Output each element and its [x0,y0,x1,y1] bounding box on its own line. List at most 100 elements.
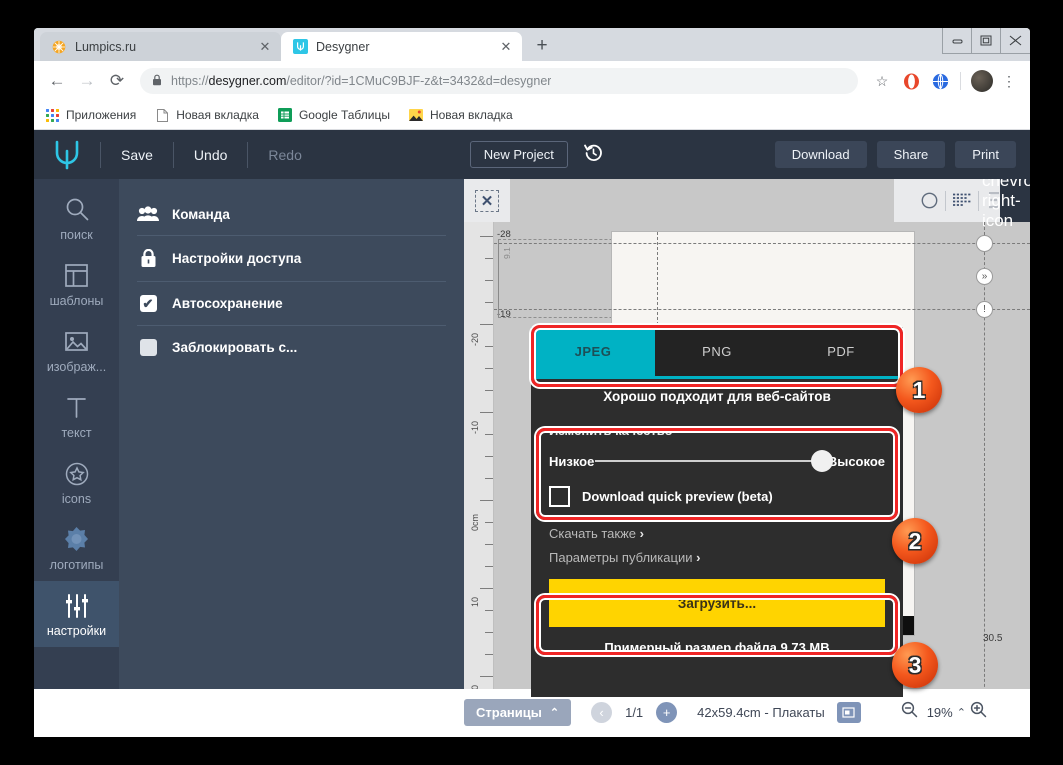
sidebar-item-label: поиск [60,227,93,242]
save-button[interactable]: Save [115,147,159,163]
panel-item-label: Автосохранение [172,296,283,311]
panel-item-label: Настройки доступа [172,251,302,266]
circle-icon[interactable] [913,192,945,209]
bookmark-newtab-1[interactable]: Новая вкладка [154,107,259,123]
quality-section: Изменить качество Низкое Высокое Downloa… [531,415,903,517]
panel-item-team[interactable]: Команда [137,193,446,236]
browser-tab-desygner[interactable]: Desygner ✕ [281,32,522,61]
panel-item-access-settings[interactable]: Настройки доступа [137,236,446,282]
prev-page-button[interactable]: ‹ [591,701,613,723]
bookmark-label: Google Таблицы [298,108,390,122]
zoom-in-icon[interactable] [966,701,992,723]
slider-track[interactable] [595,450,833,472]
image-icon [64,327,89,357]
publish-params-link[interactable]: Параметры публикации › [531,541,903,565]
back-button[interactable]: ← [42,66,72,96]
url-path: /editor/?id=1CMuC9BJF-z&t=3432&d=desygne… [286,74,552,88]
maximize-button[interactable] [972,28,1001,53]
annotation-badge-3: 3 [892,642,938,688]
format-description: Хорошо подходит для веб-сайтов [603,389,831,404]
search-icon [64,195,90,225]
checkbox-empty-icon[interactable] [137,339,159,356]
address-bar-url: https://desygner.com/editor/?id=1CMuC9BJ… [171,74,551,88]
chevron-right-icon: › [639,526,644,541]
sidebar-item-text[interactable]: текст [34,383,119,449]
sidebar-item-search[interactable]: поиск [34,185,119,251]
checkbox-checked-icon[interactable]: ✔ [137,295,159,312]
sidebar-item-logos[interactable]: логотипы [34,515,119,581]
annotation-badge-2: 2 [892,518,938,564]
sidebar-item-settings[interactable]: настройки [34,581,119,647]
opera-extension-icon[interactable] [898,68,924,94]
url-domain: desygner.com [208,74,287,88]
fit-screen-icon[interactable] [836,701,861,723]
star-icon[interactable]: ☆ [869,68,895,94]
browser-toolbar: ← → ⟳ https://desygner.com/editor/?id=1C… [34,61,1030,101]
add-page-button[interactable]: + [656,701,678,723]
forward-button[interactable]: → [72,66,102,96]
zoom-chevron-up-icon[interactable]: ⌃ [957,706,966,719]
bookmark-newtab-2[interactable]: Новая вкладка [408,107,513,123]
sidebar-item-images[interactable]: изображ... [34,317,119,383]
image-icon [408,107,424,123]
estimated-filesize-label: Примерный размер файла 9.73 MB [604,640,830,655]
tab-png[interactable]: PNG [655,327,779,376]
sidebar-item-icons[interactable]: icons [34,449,119,515]
new-project-button[interactable]: New Project [469,141,568,168]
pages-button[interactable]: Страницы ⌃ [464,698,572,726]
document-size-label: 42x59.4cm - Плакаты [697,704,825,720]
panel-item-label: Команда [172,206,230,222]
ruler-label: -20 [470,333,480,347]
close-button[interactable] [1001,28,1030,53]
download-also-link[interactable]: Скачать также › [531,517,903,541]
reload-button[interactable]: ⟳ [102,66,132,96]
window-controls [942,28,1030,54]
checkbox-empty-icon[interactable] [549,486,570,507]
profile-avatar[interactable] [971,70,993,92]
sidebar-item-label: шаблоны [49,293,104,308]
tab-jpeg[interactable]: JPEG [531,327,655,376]
browser-tab-lumpics[interactable]: Lumpics.ru ✕ [40,32,281,61]
left-tool-rail: поиск шаблоны изображ... текст icons лог… [34,179,119,735]
new-tab-button[interactable]: + [528,32,556,60]
print-button[interactable]: Print [955,141,1017,168]
list-icon[interactable] [946,193,978,208]
download-submit-button[interactable]: Загрузить... [549,579,885,627]
selection-extent-line [498,239,499,317]
sidebar-item-label: настройки [46,623,107,638]
zoom-out-icon[interactable] [897,701,923,723]
share-button[interactable]: Share [876,141,946,168]
bookmark-label: Новая вкладка [176,108,259,122]
selection-bottom-label: -19 [497,309,511,320]
expand-toolbar-button[interactable]: chevron-right-icon [982,171,1030,230]
minimize-button[interactable] [943,28,972,53]
undo-button[interactable]: Undo [188,147,233,163]
tab-pdf[interactable]: PDF [779,327,903,376]
info-handle[interactable]: ! [976,301,993,318]
slider-knob[interactable] [810,450,833,472]
bookmark-google-sheets[interactable]: Google Таблицы [277,107,390,123]
tab-close-icon[interactable]: ✕ [257,39,273,55]
desygner-logo-icon[interactable] [48,140,86,170]
quality-slider[interactable]: Низкое Высокое [549,450,885,472]
quick-preview-checkbox-row[interactable]: Download quick preview (beta) [549,486,885,507]
redo-button[interactable]: Redo [262,147,307,163]
address-bar[interactable]: https://desygner.com/editor/?id=1CMuC9BJ… [140,68,858,94]
resize-handle-circle[interactable] [976,235,993,252]
close-selection-button[interactable]: ✕ [464,179,510,222]
vertical-ruler[interactable]: -20 -10 0cm 10 20 [464,222,494,695]
zoom-level-label: 19% [926,704,953,720]
rotate-handle[interactable]: » [976,268,993,285]
sheets-icon [277,107,293,123]
tab-close-icon[interactable]: ✕ [498,39,514,55]
globe-extension-icon[interactable] [927,68,953,94]
panel-item-autosave[interactable]: ✔ Автосохранение [137,282,446,326]
panel-item-lock[interactable]: Заблокировать с... [137,326,446,369]
sidebar-item-templates[interactable]: шаблоны [34,251,119,317]
history-icon[interactable] [583,143,603,167]
bookmark-apps[interactable]: Приложения [44,107,136,123]
publish-params-label: Параметры публикации [549,550,693,565]
screenshot-root: Lumpics.ru ✕ Desygner ✕ + ← → ⟳ https://… [0,0,1063,765]
kebab-menu-icon[interactable]: ⋮ [996,68,1022,94]
download-button[interactable]: Download [774,141,867,168]
